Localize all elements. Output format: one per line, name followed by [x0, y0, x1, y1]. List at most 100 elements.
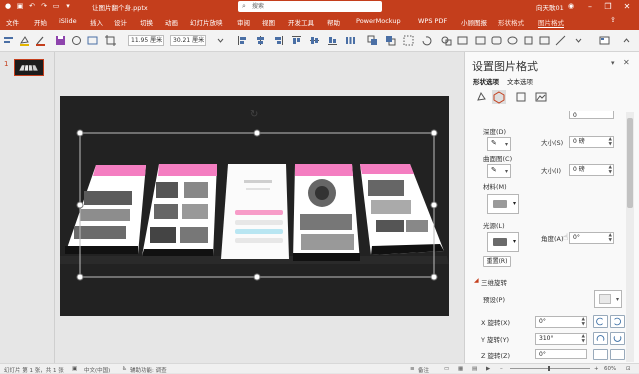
picture-frame-icon[interactable] [456, 34, 469, 47]
outline-icon[interactable] [34, 34, 47, 47]
align-top-icon[interactable] [290, 34, 303, 47]
autosave-icon[interactable]: ● [3, 1, 13, 11]
rectangle-shape-icon[interactable] [474, 34, 487, 47]
phone-screen-3[interactable] [221, 164, 289, 259]
rotate-cw-icon[interactable] [610, 349, 625, 360]
depth-color-picker[interactable]: ✎ ▾ [487, 137, 511, 151]
fit-slide-icon[interactable]: ⊡ [626, 366, 631, 372]
line-shape-icon[interactable] [554, 34, 567, 47]
spinner-icon[interactable]: ▲ ▼ [609, 233, 612, 243]
align-middle-icon[interactable] [308, 34, 321, 47]
slideshow-view-icon[interactable]: ▶ [486, 366, 490, 372]
rotate-right-icon[interactable] [610, 315, 625, 328]
spinner-icon[interactable]: ▲ ▼ [582, 334, 585, 344]
align-center-icon[interactable] [254, 34, 267, 47]
spinner-icon[interactable]: ▲ ▼ [609, 165, 612, 175]
tab-file[interactable]: 文件 [6, 17, 19, 27]
size-properties-icon[interactable] [514, 90, 528, 104]
group-icon[interactable] [402, 34, 415, 47]
tab-help[interactable]: 帮助 [327, 17, 340, 27]
rotate-up-icon[interactable] [593, 332, 608, 345]
picture-effects-icon[interactable] [598, 34, 611, 47]
cylinder-shape-icon[interactable] [522, 34, 535, 47]
subtab-text-options[interactable]: 文本选项 [507, 76, 533, 86]
normal-view-icon[interactable]: ▭ [444, 366, 449, 372]
fill-line-icon[interactable] [474, 90, 488, 104]
picture-icon[interactable] [534, 90, 548, 104]
quick-access-more-icon[interactable]: ▾ [63, 1, 73, 11]
y-rotation-field[interactable]: 310° ▲ ▼ [535, 333, 587, 345]
zoom-out-icon[interactable]: – [500, 366, 503, 372]
phone-screen-4[interactable] [293, 164, 360, 261]
contour-color-picker[interactable]: ✎ ▾ [487, 164, 511, 178]
material-picker[interactable]: ▾ [487, 194, 519, 214]
more-shapes-icon[interactable] [572, 34, 585, 47]
align-left-icon[interactable] [236, 34, 249, 47]
collapse-icon[interactable]: ◢ [474, 277, 479, 284]
rotate-icon[interactable] [420, 34, 433, 47]
redo-icon[interactable]: ↷ [39, 1, 49, 11]
width-field[interactable]: 30.21 厘米 [170, 35, 206, 46]
tab-islide[interactable]: iSlide [59, 17, 77, 25]
slide[interactable] [60, 96, 449, 316]
undo-icon[interactable]: ↶ [27, 1, 37, 11]
phone-screen-2[interactable] [142, 164, 217, 256]
pane-close-icon[interactable]: ✕ [623, 58, 630, 67]
rounded-rect-icon[interactable] [490, 34, 503, 47]
restore-button[interactable]: ❐ [601, 0, 615, 13]
tab-design[interactable]: 设计 [114, 17, 127, 27]
shapes-icon[interactable] [440, 34, 453, 47]
tab-xiaogu[interactable]: 小顾图报 [461, 17, 487, 27]
ribbon-collapse-icon[interactable] [620, 34, 633, 47]
tab-view[interactable]: 视图 [262, 17, 275, 27]
zoom-level[interactable]: 60% [604, 366, 616, 372]
rotate-left-icon[interactable] [593, 315, 608, 328]
tab-developer[interactable]: 开发工具 [288, 17, 314, 27]
distribute-icon[interactable] [344, 34, 357, 47]
rotate-ccw-icon[interactable] [593, 349, 608, 360]
tab-picture-format[interactable]: 图片格式 [538, 17, 564, 28]
close-button[interactable]: ✕ [620, 0, 634, 13]
rotate-down-icon[interactable] [610, 332, 625, 345]
tab-animations[interactable]: 动画 [165, 17, 178, 27]
sorter-view-icon[interactable]: ▦ [458, 366, 463, 372]
user-avatar-icon[interactable]: ◉ [566, 1, 576, 11]
top-value-field[interactable]: 0 [569, 111, 614, 119]
height-field[interactable]: 11.95 厘米 [128, 35, 164, 46]
depth-size-field[interactable]: 0 磅 ▲ ▼ [569, 136, 614, 148]
tab-powermockup[interactable]: PowerMockup [356, 17, 401, 25]
align-right-icon[interactable] [272, 34, 285, 47]
align-icon[interactable] [2, 34, 15, 47]
spinner-icon[interactable]: ▲ ▼ [582, 317, 585, 327]
tab-insert[interactable]: 插入 [90, 17, 103, 27]
zoom-slider[interactable] [510, 368, 590, 369]
effects-icon[interactable] [492, 90, 506, 104]
compress-icon[interactable] [86, 34, 99, 47]
reset-picture-icon[interactable] [70, 34, 83, 47]
spellcheck-icon[interactable]: ▣ [72, 366, 77, 372]
rect-outline-icon[interactable] [538, 34, 551, 47]
rotation-section-header[interactable]: 三维旋转 [481, 277, 507, 287]
zoom-slider-thumb[interactable] [548, 366, 550, 371]
align-bottom-icon[interactable] [326, 34, 339, 47]
search-box[interactable]: ⌕ 搜索 [238, 1, 382, 12]
present-icon[interactable]: ▭ [51, 1, 61, 11]
contour-size-field[interactable]: 0 磅 ▲ ▼ [569, 164, 614, 176]
pane-options-icon[interactable]: ▾ [611, 59, 615, 67]
z-rotation-field[interactable]: 0° [535, 349, 587, 359]
preset-picker[interactable]: ▾ [594, 290, 622, 308]
tab-slideshow[interactable]: 幻灯片放映 [190, 17, 223, 27]
spinner-icon[interactable]: ▲ ▼ [609, 137, 612, 147]
bring-forward-icon[interactable] [366, 34, 379, 47]
phone-screen-1[interactable] [65, 165, 146, 254]
pane-scrollbar-thumb[interactable] [627, 118, 633, 208]
reset-button[interactable]: 重置(R) [483, 256, 511, 267]
x-rotation-field[interactable]: 0° ▲ ▼ [535, 316, 587, 328]
reading-view-icon[interactable]: ▤ [472, 366, 477, 372]
slide-thumbnail[interactable] [14, 59, 44, 76]
share-icon[interactable]: ⇪ [610, 16, 622, 26]
tab-transitions[interactable]: 切换 [140, 17, 153, 27]
crop-icon[interactable] [104, 34, 117, 47]
subtab-shape-options[interactable]: 形状选项 [473, 76, 499, 86]
angle-field[interactable]: 0° ▲ ▼ [569, 232, 614, 244]
